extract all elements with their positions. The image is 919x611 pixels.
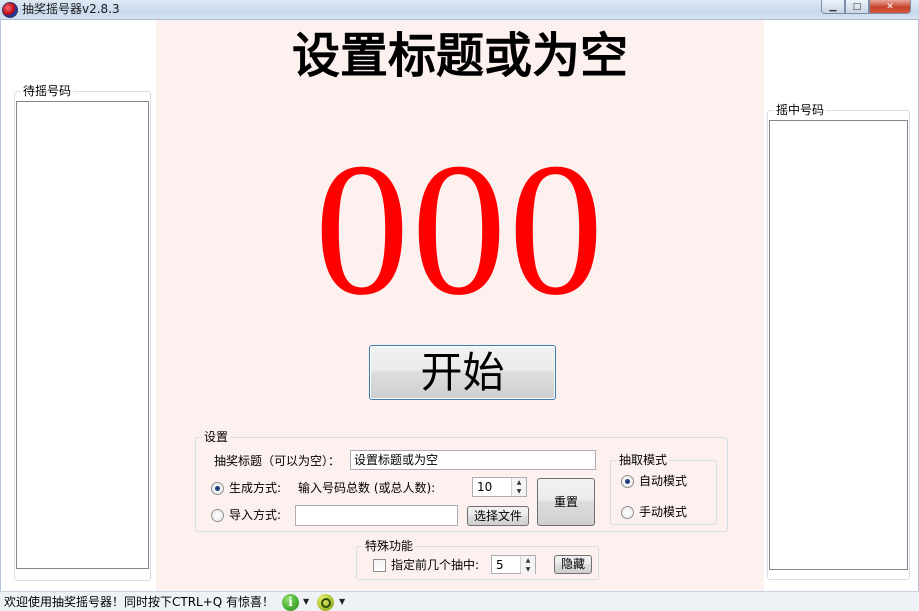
- chevron-down-icon[interactable]: ▼: [303, 596, 309, 608]
- spin-down-icon[interactable]: ▼: [512, 487, 526, 496]
- total-count-label: 输入号码总数 (或总人数):: [298, 481, 436, 495]
- draw-number-display: 000: [314, 125, 606, 335]
- draw-mode-label: 抽取模式: [617, 453, 670, 467]
- window-title: 抽奖摇号器v2.8.3: [22, 2, 120, 16]
- close-button[interactable]: ✕: [869, 0, 911, 14]
- pending-numbers-group: 待摇号码: [14, 84, 151, 581]
- search-icon[interactable]: [317, 594, 334, 611]
- first-n-value: 5: [496, 558, 504, 572]
- minimize-button[interactable]: ▁: [821, 0, 845, 14]
- auto-mode-radio[interactable]: [621, 475, 634, 488]
- status-text: 欢迎使用抽奖摇号器！同时按下CTRL+Q 有惊喜！: [4, 595, 275, 609]
- spin-down-icon[interactable]: ▼: [521, 565, 535, 574]
- auto-mode-label: 自动模式: [639, 474, 688, 488]
- settings-label: 设置: [202, 430, 231, 444]
- generate-mode-label: 生成方式:: [229, 481, 282, 495]
- drawn-numbers-list[interactable]: [769, 120, 908, 570]
- draw-mode-group: 抽取模式 自动模式 手动模式: [610, 453, 717, 525]
- total-count-spin-arrows[interactable]: ▲ ▼: [511, 478, 526, 496]
- manual-mode-radio[interactable]: [621, 506, 634, 519]
- start-button[interactable]: 开始: [369, 345, 556, 400]
- reset-button[interactable]: 重置: [537, 478, 595, 526]
- special-functions-group: 特殊功能 指定前几个抽中: 5 ▲ ▼ 隐藏: [356, 539, 599, 580]
- spin-up-icon[interactable]: ▲: [521, 556, 535, 565]
- title-input[interactable]: 设置标题或为空: [350, 450, 596, 470]
- title-bar: 抽奖摇号器v2.8.3 ▁ □ ✕: [0, 0, 919, 20]
- generate-mode-radio[interactable]: [211, 482, 224, 495]
- info-icon[interactable]: i: [282, 594, 299, 611]
- app-icon: [2, 2, 18, 18]
- import-path-input[interactable]: [295, 505, 458, 526]
- chevron-down-icon[interactable]: ▼: [339, 596, 345, 608]
- drawn-numbers-label: 摇中号码: [774, 103, 827, 117]
- title-field-label: 抽奖标题（可以为空）：: [214, 454, 341, 468]
- drawn-numbers-group: 摇中号码: [767, 103, 910, 580]
- hide-button[interactable]: 隐藏: [554, 555, 592, 574]
- import-mode-radio[interactable]: [211, 509, 224, 522]
- first-n-label: 指定前几个抽中:: [391, 558, 480, 572]
- status-bar: 欢迎使用抽奖摇号器！同时按下CTRL+Q 有惊喜！ i ▼ ▼: [0, 591, 919, 611]
- first-n-checkbox[interactable]: [373, 559, 386, 572]
- special-functions-label: 特殊功能: [363, 539, 416, 553]
- choose-file-button[interactable]: 选择文件: [467, 506, 529, 526]
- total-count-value: 10: [477, 480, 493, 494]
- pending-numbers-list[interactable]: [16, 101, 149, 569]
- manual-mode-label: 手动模式: [639, 505, 688, 519]
- spin-up-icon[interactable]: ▲: [512, 478, 526, 487]
- import-mode-label: 导入方式:: [229, 508, 282, 522]
- first-n-spin-arrows[interactable]: ▲ ▼: [520, 556, 535, 574]
- first-n-stepper[interactable]: 5 ▲ ▼: [491, 555, 536, 574]
- client-area: 设置标题或为空 000 开始 待摇号码 摇中号码 设置 抽奖标题（可以为空）： …: [0, 20, 919, 591]
- maximize-button[interactable]: □: [845, 0, 869, 14]
- pending-numbers-label: 待摇号码: [21, 84, 74, 98]
- page-title: 设置标题或为空: [291, 28, 628, 84]
- window-controls: ▁ □ ✕: [821, 0, 911, 14]
- total-count-stepper[interactable]: 10 ▲ ▼: [472, 477, 527, 497]
